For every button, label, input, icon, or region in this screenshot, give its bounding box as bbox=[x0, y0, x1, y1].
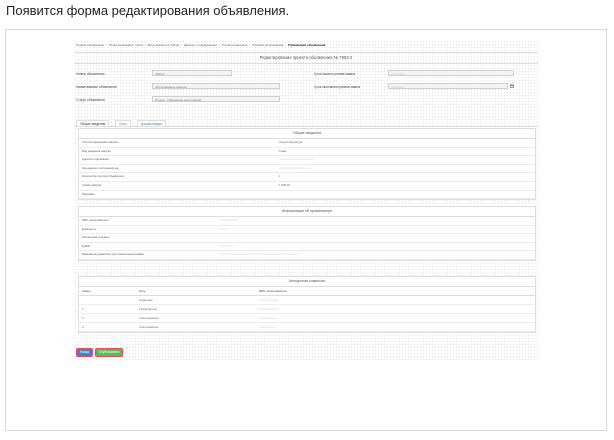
row-label: Количество лотов в объявлении bbox=[82, 174, 124, 179]
info-row: Банковские реквизиты для обеспечения зая… bbox=[79, 251, 535, 260]
row-label: Код единого соглашения на bbox=[82, 165, 119, 170]
breadcrumb-item[interactable]: Данные о поддержании bbox=[184, 43, 217, 47]
breadcrumb: Подача объявления › Поиск выбранных типов… bbox=[76, 42, 326, 47]
name-field[interactable]: Оборудование камеры bbox=[152, 83, 280, 89]
info-row: E-Mail xxxxxxxxxx bbox=[79, 243, 535, 252]
cell-role: Секретарь bbox=[139, 298, 153, 302]
breadcrumb-item[interactable]: Условия внесения bbox=[222, 43, 247, 47]
row-value: xxxxxxxxxxxxxx bbox=[219, 218, 239, 222]
info-row: Признаки bbox=[79, 191, 535, 200]
table-row: Секретарь xxxxxxxxxxxxxx bbox=[79, 296, 535, 305]
back-button[interactable]: Назад bbox=[75, 347, 94, 358]
general-section: Общие сведения Способ проведения закупки… bbox=[78, 128, 536, 201]
breadcrumb-item[interactable]: Вход данных по типам bbox=[148, 43, 179, 47]
number-field[interactable]: 7993-2 bbox=[152, 70, 232, 76]
page-heading: Появится форма редактирования объявления… bbox=[6, 3, 290, 18]
cell-number: 1 bbox=[82, 307, 84, 311]
breadcrumb-item[interactable]: Поиск выбранных типов bbox=[109, 43, 143, 47]
row-label: Банковские реквизиты для обеспечения зая… bbox=[82, 252, 144, 257]
row-value: Товар bbox=[279, 148, 287, 153]
cell-role: Член комиссии bbox=[139, 316, 159, 320]
end-date-field[interactable]: xxxxxxxxxx bbox=[388, 83, 508, 89]
row-label: Сумма закупки bbox=[82, 182, 102, 187]
cell-name: xxxxxxxxxxxxx bbox=[259, 307, 278, 311]
info-row: ФИО представителя xxxxxxxxxxxxxx bbox=[79, 217, 535, 226]
row-value: xxxxxxxxxxxxxxxxxxxxxxx bbox=[279, 165, 312, 170]
row-label: E-Mail bbox=[82, 243, 90, 248]
form-title: Редактирование проекта объявления № 7993… bbox=[74, 52, 538, 64]
commission-section: Конкурсная комиссия Номер Роль ФИО члена… bbox=[78, 276, 536, 333]
row-value: Открытый конкурс bbox=[279, 140, 303, 144]
tab-divider bbox=[74, 126, 538, 127]
info-row: Должность xxxxxxx bbox=[79, 226, 535, 235]
section-title: Конкурсная комиссия bbox=[79, 277, 535, 287]
info-row: Количество лотов в объявлении 1 bbox=[79, 173, 535, 182]
row-value: xxxxxxxxxx bbox=[219, 243, 233, 248]
section-title: Общие сведения bbox=[79, 129, 535, 139]
row-value: xxxxxxx bbox=[219, 226, 229, 231]
row-label: ФИО представителя bbox=[82, 218, 109, 222]
row-label: Способ проведения закупки bbox=[82, 140, 119, 144]
info-row: Сумма закупки 1 000,00 bbox=[79, 182, 535, 191]
section-title: Информация об организаторе bbox=[79, 207, 535, 217]
row-value: xxxxxxxxxxxxxxxxxxxxxxxxxxxxxxxxxxxxxxxx… bbox=[219, 252, 298, 257]
field-label-end-date: Срок окончания приема заявок bbox=[314, 85, 361, 89]
status-field[interactable]: Проект · Изменение регистрации bbox=[152, 96, 280, 102]
row-value: 1 000,00 bbox=[279, 182, 290, 187]
cell-role: Член комиссии bbox=[139, 325, 159, 329]
table-row: 2 Член комиссии xxxxxxxxxxxxxx bbox=[79, 314, 535, 323]
row-label: Вид предмета закупки bbox=[82, 148, 111, 153]
breadcrumb-item[interactable]: Условия допуска/вида bbox=[252, 43, 283, 47]
field-label-number: Номер объявления bbox=[76, 72, 105, 76]
row-label: Должность bbox=[82, 226, 97, 231]
row-label: Контактный телефон bbox=[82, 235, 110, 240]
cell-role: Руководитель bbox=[139, 307, 158, 311]
organizer-section: Информация об организаторе ФИО представи… bbox=[78, 206, 536, 261]
calendar-icon[interactable] bbox=[510, 84, 514, 88]
breadcrumb-item[interactable]: Подача объявления bbox=[76, 43, 104, 47]
cell-name: xxxxxxxxxxxxxx bbox=[259, 298, 279, 302]
table-row: 1 Руководитель xxxxxxxxxxxxx bbox=[79, 305, 535, 314]
row-label: Признаки bbox=[82, 191, 95, 196]
start-date-field[interactable]: xxxxxxxxxx bbox=[388, 70, 514, 76]
publish-button[interactable]: Опубликовать bbox=[94, 347, 124, 358]
cell-number: 3 bbox=[82, 325, 84, 329]
cell-name: xxxxxxxxxxxxxx bbox=[259, 316, 279, 320]
col-header-role: Роль bbox=[139, 289, 146, 293]
cell-name: xxxxxxxxxxxx bbox=[259, 325, 276, 329]
breadcrumb-item-current: Публикация объявления bbox=[288, 42, 326, 47]
col-header-number: Номер bbox=[82, 289, 91, 293]
cell-number: 2 bbox=[82, 316, 84, 320]
info-row: Способ проведения закупки Открытый конкур… bbox=[79, 139, 535, 148]
col-header-name: ФИО члена комиссии bbox=[259, 289, 287, 293]
row-label: Адресат подписания bbox=[82, 157, 109, 162]
info-row: Код единого соглашения на xxxxxxxxxxxxxxx… bbox=[79, 165, 535, 174]
info-row: Контактный телефон bbox=[79, 234, 535, 243]
field-label-start-date: Срок начала приема заявок bbox=[314, 72, 356, 76]
field-label-status: Статус объявления bbox=[76, 98, 105, 102]
commission-table-header: Номер Роль ФИО члена комиссии bbox=[79, 287, 535, 296]
info-row: Вид предмета закупки Товар bbox=[79, 148, 535, 157]
info-row: Адресат подписания xxxxxxxxxxxxxxxxxxxxxx… bbox=[79, 156, 535, 165]
row-value: xxxxxxxxxxxxxxxxxxxxxxxxx bbox=[279, 157, 314, 162]
table-row: 3 Член комиссии xxxxxxxxxxxx bbox=[79, 323, 535, 332]
embedded-screenshot: Подача объявления › Поиск выбранных типов… bbox=[74, 40, 538, 360]
field-label-name: Наименование объявления bbox=[76, 85, 117, 89]
row-value: 1 bbox=[279, 174, 281, 179]
